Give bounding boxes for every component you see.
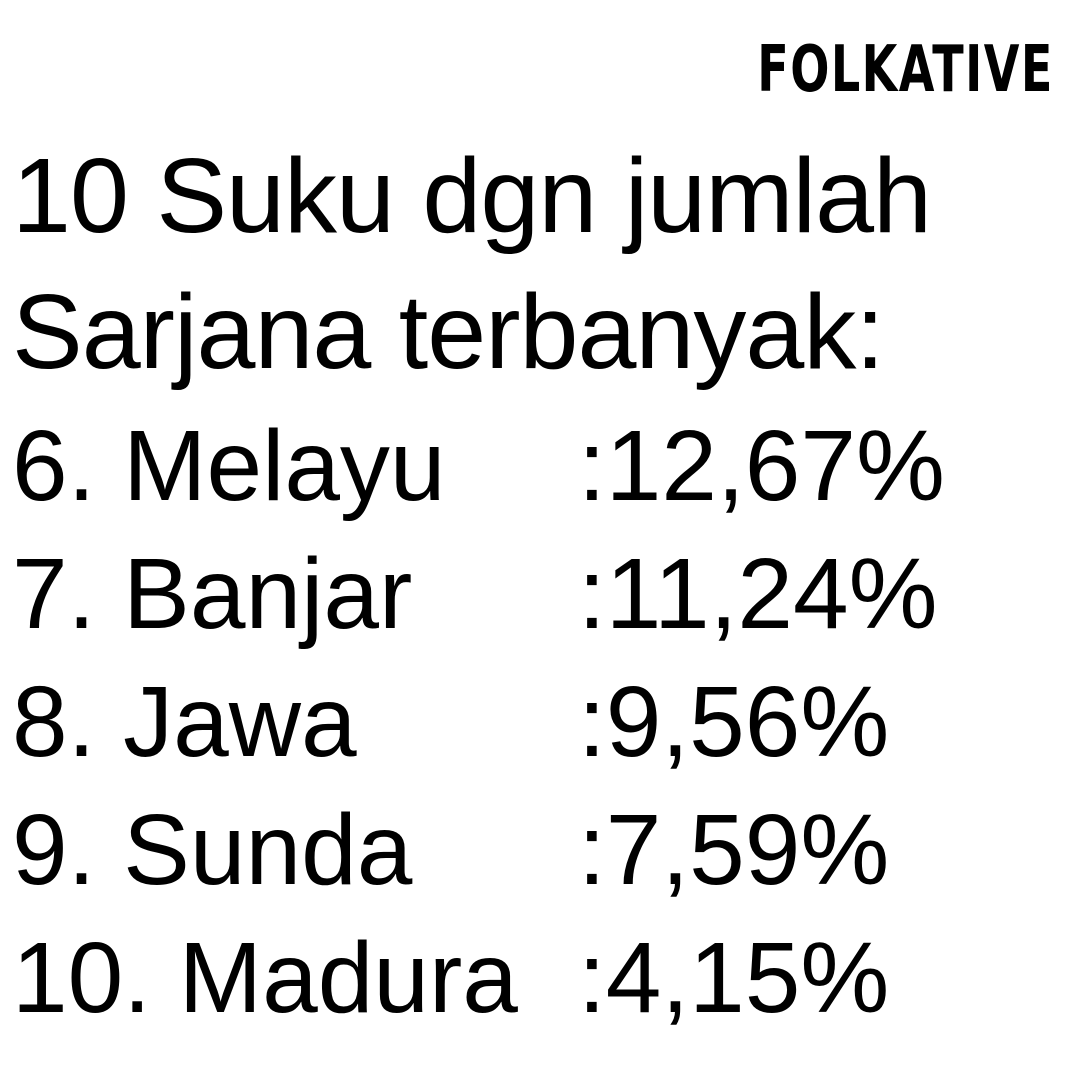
item-value: :4,15% [578,922,890,1034]
item-label: 8. Jawa [12,666,357,778]
brand-logo: FOLKATIVE [757,33,1054,107]
title-line-2: Sarjana terbanyak: [12,273,885,391]
item-value: :7,59% [578,794,890,906]
item-label: 10. Madura [12,922,518,1034]
item-value: :11,24% [578,538,938,650]
item-label: 6. Melayu [12,410,446,522]
item-value: :12,67% [578,410,945,522]
item-value: :9,56% [578,666,890,778]
page-title: 10 Suku dgn jumlah Sarjana terbanyak: [12,128,932,400]
item-label: 7. Banjar [12,538,413,650]
title-line-1: 10 Suku dgn jumlah [12,137,932,255]
item-label: 9. Sunda [12,794,413,906]
